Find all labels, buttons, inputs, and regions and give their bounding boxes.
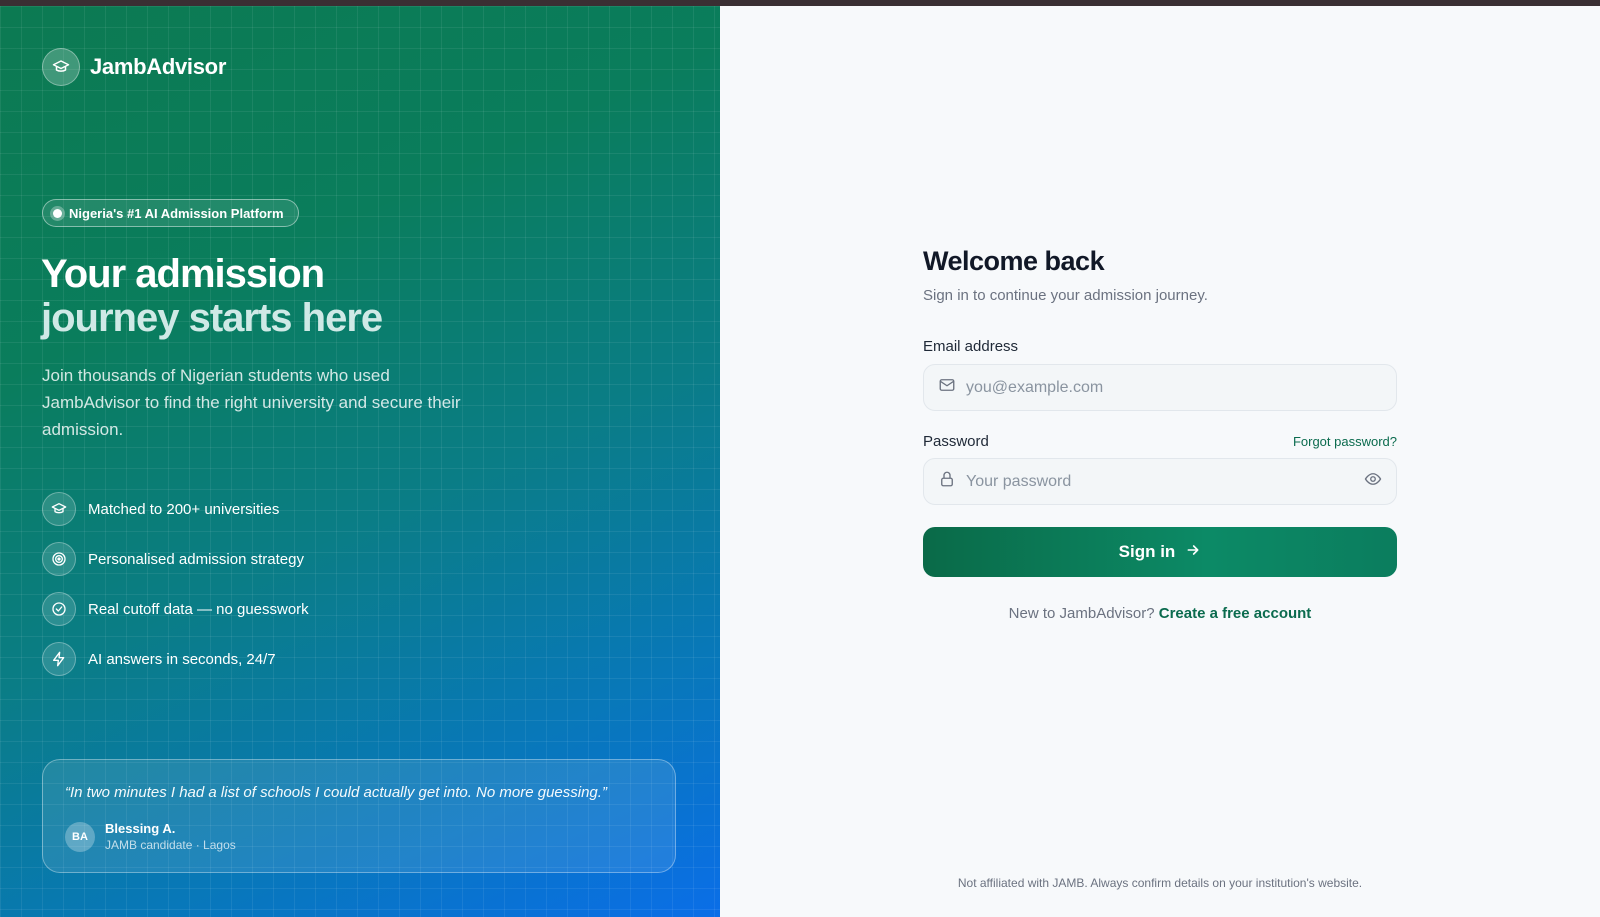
avatar: BA xyxy=(65,821,95,852)
signin-panel: Welcome back Sign in to continue your ad… xyxy=(720,6,1600,917)
author-name: Blessing A. xyxy=(105,821,176,836)
feature-item: Matched to 200+ universities xyxy=(42,492,309,526)
hero-title: Your admission journey starts here xyxy=(41,252,383,340)
graduation-cap-icon xyxy=(42,48,80,86)
graduation-cap-icon xyxy=(42,492,76,526)
hero-title-line1: Your admission xyxy=(41,252,325,296)
forgot-password-link[interactable]: Forgot password? xyxy=(1293,434,1397,449)
brand[interactable]: JambAdvisor xyxy=(42,48,226,86)
hero-title-line2: journey starts here xyxy=(41,296,383,340)
eye-icon[interactable] xyxy=(1364,470,1382,493)
signin-button[interactable]: Sign in xyxy=(923,527,1397,577)
signin-button-label: Sign in xyxy=(1118,542,1176,561)
page-subtitle: Sign in to continue your admission journ… xyxy=(923,287,1208,304)
check-circle-icon xyxy=(42,592,76,626)
platform-badge-label: Nigeria's #1 AI Admission Platform xyxy=(69,205,284,221)
lock-icon xyxy=(938,470,956,493)
feature-label: Real cutoff data — no guesswork xyxy=(88,600,309,618)
feature-label: Matched to 200+ universities xyxy=(88,500,280,518)
arrow-right-icon xyxy=(1185,542,1201,563)
hero-subtitle: Join thousands of Nigerian students who … xyxy=(42,366,461,439)
feature-item: AI answers in seconds, 24/7 xyxy=(42,642,309,676)
email-field-wrapper xyxy=(923,364,1397,411)
lightning-icon xyxy=(42,642,76,676)
brand-name: JambAdvisor xyxy=(90,54,227,79)
signup-row: New to JambAdvisor? Create a free accoun… xyxy=(923,605,1397,622)
page-title: Welcome back xyxy=(923,246,1105,276)
password-field[interactable] xyxy=(966,472,1354,491)
create-account-link[interactable]: Create a free account xyxy=(1159,605,1312,622)
feature-label: AI answers in seconds, 24/7 xyxy=(88,650,276,668)
signin-form: Welcome back Sign in to continue your ad… xyxy=(923,246,1397,622)
testimonial-author: BA Blessing A. JAMB candidate · Lagos xyxy=(65,821,236,852)
mail-icon xyxy=(938,376,956,399)
platform-badge: Nigeria's #1 AI Admission Platform xyxy=(42,199,299,227)
feature-list: Matched to 200+ universities Personalise… xyxy=(42,492,309,692)
status-dot-icon xyxy=(53,208,62,218)
email-label: Email address xyxy=(923,338,1019,355)
feature-item: Real cutoff data — no guesswork xyxy=(42,592,309,626)
disclaimer: Not affiliated with JAMB. Always confirm… xyxy=(957,876,1363,890)
author-meta: JAMB candidate · Lagos xyxy=(105,838,236,852)
target-icon xyxy=(42,542,76,576)
email-field[interactable] xyxy=(966,378,1382,397)
feature-item: Personalised admission strategy xyxy=(42,542,309,576)
testimonial-quote: “In two minutes I had a list of schools … xyxy=(65,784,607,801)
password-field-wrapper xyxy=(923,458,1397,505)
signup-prompt: New to JambAdvisor? xyxy=(1008,605,1159,622)
testimonial-card: “In two minutes I had a list of schools … xyxy=(42,759,676,873)
feature-label: Personalised admission strategy xyxy=(88,550,304,568)
marketing-panel: JambAdvisor Nigeria's #1 AI Admission Pl… xyxy=(0,6,720,917)
password-label: Password xyxy=(923,433,989,450)
password-label-row: Password Forgot password? xyxy=(923,433,1397,450)
